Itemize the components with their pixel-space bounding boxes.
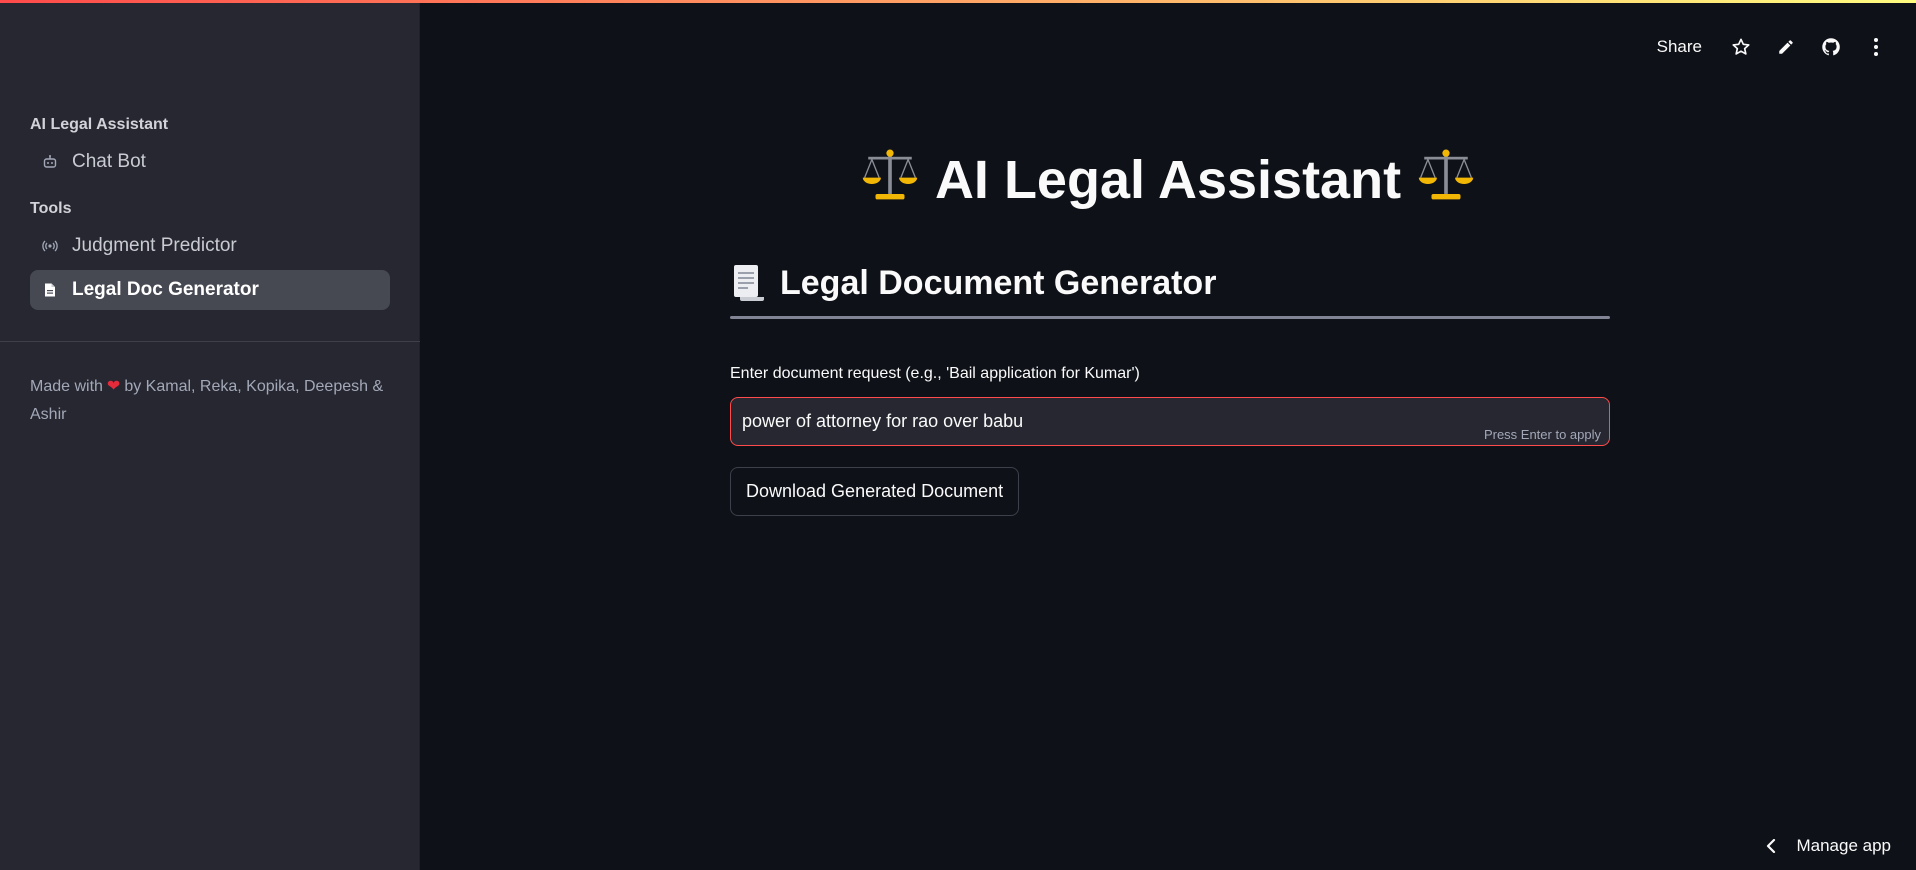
- star-icon[interactable]: [1718, 28, 1763, 66]
- section-divider: [730, 316, 1610, 319]
- page-title-text: AI Legal Assistant: [934, 150, 1402, 210]
- sidebar-item-judgment-predictor[interactable]: Judgment Predictor: [30, 226, 390, 266]
- section-title: Legal Document Generator: [730, 255, 1610, 311]
- page-title: AI Legal Assistant: [420, 145, 1916, 215]
- sidebar-section-tools: Tools: [30, 200, 72, 217]
- manage-app-label: Manage app: [1796, 836, 1891, 855]
- header-toolbar: Share: [1657, 28, 1916, 66]
- download-document-button[interactable]: Download Generated Document: [730, 467, 1020, 516]
- chevron-left-icon: [1766, 839, 1776, 853]
- scales-icon: [861, 145, 919, 215]
- app-root: AI Legal Assistant Chat Bot Tools Judgme…: [0, 0, 1916, 870]
- document-request-label: Enter document request (e.g., 'Bail appl…: [730, 365, 1140, 382]
- scales-icon: [1417, 145, 1475, 215]
- sidebar: AI Legal Assistant Chat Bot Tools Judgme…: [0, 0, 420, 870]
- github-icon[interactable]: [1808, 28, 1853, 66]
- sidebar-item-legal-doc-generator[interactable]: Legal Doc Generator: [30, 270, 390, 310]
- sidebar-section-ai-legal-assistant: AI Legal Assistant: [30, 116, 169, 133]
- section-title-text: Legal Document Generator: [780, 263, 1217, 302]
- document-request-input-wrapper: Press Enter to apply: [730, 397, 1610, 446]
- sidebar-divider: [0, 341, 420, 342]
- manage-app-button[interactable]: Manage app: [1766, 836, 1891, 856]
- credits-prefix: Made with: [30, 378, 103, 395]
- heart-icon: ❤: [106, 378, 121, 395]
- top-decoration-bar: [0, 0, 1916, 3]
- pencil-icon[interactable]: [1763, 28, 1808, 66]
- doc-generator-section: Legal Document Generator Enter document …: [730, 255, 1610, 516]
- scroll-icon: [730, 263, 766, 303]
- sidebar-item-label: Chat Bot: [72, 151, 146, 172]
- more-vertical-icon[interactable]: [1853, 28, 1898, 66]
- credits-text: Made with ❤ by Kamal, Reka, Kopika, Deepes…: [30, 373, 390, 429]
- document-icon: [42, 282, 58, 298]
- document-request-input[interactable]: [731, 398, 1609, 445]
- broadcast-icon: [42, 238, 58, 254]
- share-button[interactable]: Share: [1657, 37, 1702, 57]
- sidebar-item-label: Legal Doc Generator: [72, 279, 259, 300]
- robot-icon: [42, 154, 58, 170]
- sidebar-item-label: Judgment Predictor: [72, 235, 237, 256]
- sidebar-nav: AI Legal Assistant Chat Bot Tools Judgme…: [30, 112, 390, 310]
- sidebar-item-chat-bot[interactable]: Chat Bot: [30, 142, 390, 182]
- input-hint: Press Enter to apply: [1483, 427, 1601, 442]
